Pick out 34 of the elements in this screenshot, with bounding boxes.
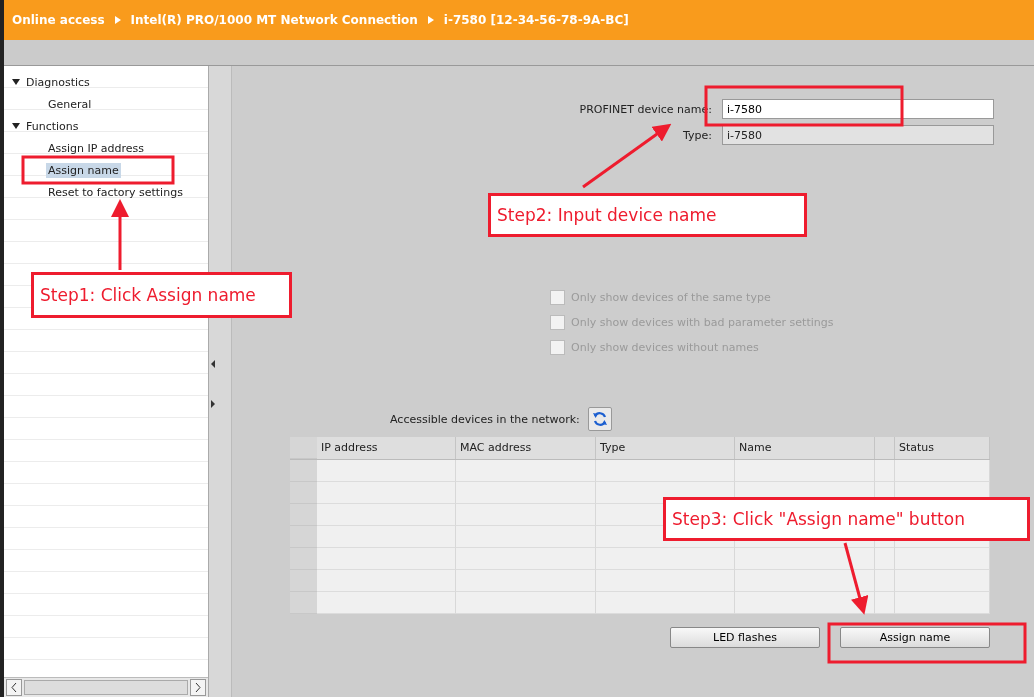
tree-item[interactable]: Reset to factory settings (46, 184, 185, 200)
chevron-icon (427, 16, 434, 24)
tree-group-label[interactable]: Diagnostics (26, 75, 90, 89)
action-button[interactable]: LED flashes (670, 627, 820, 648)
pointer-arrow (111, 199, 129, 270)
step-callout: Step2: Input device name (488, 193, 807, 237)
device-name-field[interactable]: i-7580 (722, 99, 994, 119)
table-cell (875, 592, 895, 614)
scroll-right-icon[interactable] (190, 679, 206, 696)
accessible-devices-label: Accessible devices in the network: (390, 412, 580, 426)
scroll-left-icon[interactable] (6, 679, 22, 696)
action-button[interactable]: Assign name (840, 627, 990, 648)
step-callout: Step3: Click "Assign name" button (663, 497, 1030, 541)
scroll-thumb[interactable] (24, 680, 188, 695)
column-header[interactable]: Name (735, 437, 875, 459)
expand-triangle-icon[interactable] (12, 78, 20, 86)
table-cell (875, 570, 895, 592)
column-header[interactable]: MAC address (456, 437, 596, 459)
field-label: Type: (683, 128, 712, 142)
column-header[interactable]: Type (596, 437, 735, 459)
expand-triangle-icon[interactable] (12, 122, 20, 130)
column-header[interactable]: IP address (317, 437, 456, 459)
column-header[interactable]: Status (895, 437, 990, 459)
refresh-icon[interactable] (587, 407, 612, 431)
chevron-icon (114, 16, 121, 24)
table-cell (875, 548, 895, 570)
tree-item[interactable]: Assign name (46, 162, 121, 178)
tree-group-label[interactable]: Functions (26, 119, 79, 133)
expand-arrow-icon[interactable] (211, 400, 215, 408)
step-callout: Step1: Click Assign name (31, 272, 292, 318)
collapse-arrow-icon[interactable] (211, 360, 215, 368)
tree-item[interactable]: Assign IP address (46, 140, 147, 156)
horizontal-scrollbar[interactable] (4, 677, 208, 697)
tree-item[interactable]: General (46, 96, 94, 112)
